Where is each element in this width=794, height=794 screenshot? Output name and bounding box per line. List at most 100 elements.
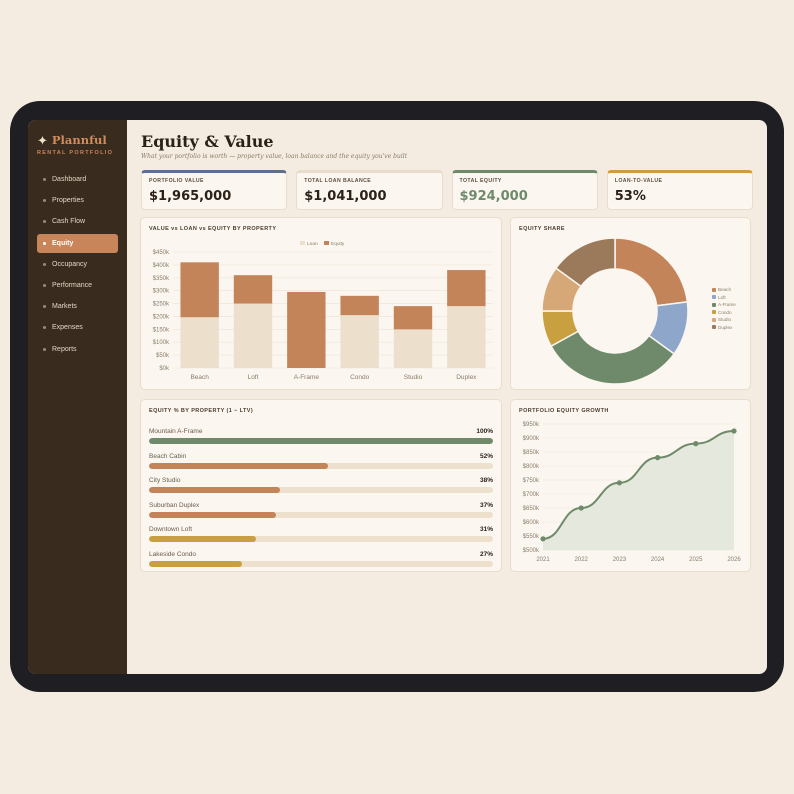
equity-share-card: EQUITY SHARE Beach Loft A-Frame Condo Studio…: [510, 217, 751, 390]
kpi-label: PORTFOLIO VALUE: [149, 178, 204, 184]
y-tick-label: $100k: [153, 340, 170, 346]
y-tick-label: $950k: [523, 422, 540, 428]
bar-loan[interactable]: [180, 317, 219, 368]
kpi-card: PORTFOLIO VALUE $1,965,000: [141, 170, 288, 210]
bar-equity[interactable]: [233, 275, 273, 304]
brand-subtitle: RENTAL PORTFOLIO: [37, 150, 114, 156]
legend-label: Equity: [331, 241, 345, 247]
bar-equity[interactable]: [447, 270, 486, 307]
y-tick-label: $750k: [523, 478, 540, 484]
bullet-icon: [43, 347, 46, 351]
bar-loan[interactable]: [447, 306, 486, 368]
sidebar-item-dashboard[interactable]: Dashboard: [37, 170, 118, 189]
sidebar-item-cash-flow[interactable]: Cash Flow: [37, 212, 118, 231]
equity-percent: 27%: [479, 551, 493, 558]
sidebar-item-label: Equity: [52, 239, 74, 247]
sidebar-item-label: Performance: [52, 281, 93, 289]
bullet-icon: [43, 283, 46, 287]
bullet-icon: [43, 326, 46, 330]
equity-growth-chart: $500k $550k $600k $650k $700k $750k $800k $850k…: [523, 422, 742, 563]
kpi-value: $1,041,000: [304, 189, 387, 204]
bullet-icon: [43, 178, 46, 181]
data-point[interactable]: [731, 428, 737, 434]
progress-track: [149, 536, 493, 543]
equity-percent: 100%: [476, 428, 493, 435]
bar-equity[interactable]: [393, 306, 433, 330]
bar-loan[interactable]: [233, 303, 273, 368]
data-point[interactable]: [693, 441, 699, 447]
equity-pct-row: Downtown Loft 31%: [149, 526, 493, 543]
x-tick-label: 2021: [536, 557, 550, 563]
y-tick-label: $850k: [523, 450, 540, 456]
x-tick-label: Studio: [404, 374, 423, 381]
brand-logo[interactable]: ✦ Plannful: [37, 133, 118, 147]
progress-fill: [149, 487, 280, 494]
sparkle-icon: ✦: [37, 132, 48, 148]
progress-track: [149, 438, 493, 444]
brand-name: Plannful: [51, 133, 107, 147]
legend-label: Beach: [718, 287, 732, 293]
bar-equity[interactable]: [287, 291, 326, 368]
y-tick-label: $150k: [153, 327, 170, 333]
sidebar-item-reports[interactable]: Reports: [37, 340, 118, 359]
property-name: Suburban Duplex: [149, 501, 200, 509]
legend-swatch: [712, 295, 716, 300]
sidebar-item-label: Dashboard: [52, 176, 87, 183]
sidebar-item-markets[interactable]: Markets: [37, 297, 118, 316]
progress-track: [149, 561, 493, 567]
y-tick-label: $200k: [153, 314, 170, 320]
equity-percent: 31%: [479, 526, 493, 534]
x-tick-label: A-Frame: [294, 374, 320, 381]
legend-item: Loft: [712, 294, 736, 302]
bullet-icon: [43, 305, 46, 309]
bar-equity[interactable]: [180, 262, 219, 318]
x-tick-label: Condo: [350, 374, 370, 381]
bullet-icon: [43, 262, 46, 266]
bullet-icon: [43, 241, 46, 245]
card-title: VALUE vs LOAN vs EQUITY BY PROPERTY: [149, 226, 277, 232]
legend-item: Condo: [712, 309, 736, 317]
sidebar-item-performance[interactable]: Performance: [37, 276, 118, 295]
x-tick-label: 2025: [689, 557, 703, 563]
sidebar-item-equity[interactable]: Equity: [37, 233, 118, 253]
sidebar-item-label: Expenses: [52, 324, 83, 332]
data-point[interactable]: [578, 505, 584, 511]
bar-loan[interactable]: [393, 329, 433, 368]
data-point[interactable]: [616, 480, 622, 486]
area-fill: [543, 431, 734, 550]
legend-swatch: [324, 241, 329, 245]
y-tick-label: $650k: [523, 506, 540, 512]
equity-percent: 37%: [479, 501, 493, 509]
kpi-card: TOTAL EQUITY $924,000: [451, 170, 598, 210]
legend-item: Duplex: [712, 324, 736, 332]
value-chart-card: VALUE vs LOAN vs EQUITY BY PROPERTY $0k $…: [140, 217, 502, 390]
donut-slice-beach[interactable]: [614, 237, 689, 307]
equity-percent: 52%: [479, 452, 493, 460]
x-tick-label: 2023: [613, 557, 627, 563]
bullet-icon: [43, 220, 46, 224]
bar-loan[interactable]: [340, 315, 379, 368]
property-name: Beach Cabin: [149, 452, 187, 460]
page-subtitle: What your portfolio is worth — property …: [141, 153, 408, 160]
equity-pct-row: Lakeside Condo 27%: [149, 551, 493, 567]
legend-label: Studio: [718, 317, 732, 323]
progress-track: [149, 511, 493, 518]
y-tick-label: $800k: [523, 464, 540, 470]
data-point[interactable]: [655, 455, 661, 461]
legend-label: Loan: [307, 241, 318, 247]
bar-equity[interactable]: [340, 295, 379, 316]
sidebar-item-expenses[interactable]: Expenses: [37, 318, 118, 337]
y-tick-label: $600k: [523, 520, 540, 526]
kpi-value: 53%: [614, 189, 646, 204]
y-tick-label: $300k: [153, 289, 170, 295]
data-point[interactable]: [540, 536, 546, 542]
equity-pct-card: EQUITY % BY PROPERTY (1 − LTV) Mountain …: [140, 399, 502, 572]
sidebar-item-label: Cash Flow: [52, 218, 86, 226]
kpi-card: LOAN-TO-VALUE 53%: [606, 170, 753, 210]
kpi-label: TOTAL LOAN BALANCE: [304, 178, 372, 184]
sidebar-item-properties[interactable]: Properties: [37, 191, 118, 210]
y-tick-label: $0k: [159, 366, 170, 372]
main-content: Equity & Value What your portfolio is wo…: [127, 120, 767, 674]
sidebar-item-occupancy[interactable]: Occupancy: [37, 255, 118, 274]
equity-pct-row: Suburban Duplex 37%: [149, 502, 493, 518]
